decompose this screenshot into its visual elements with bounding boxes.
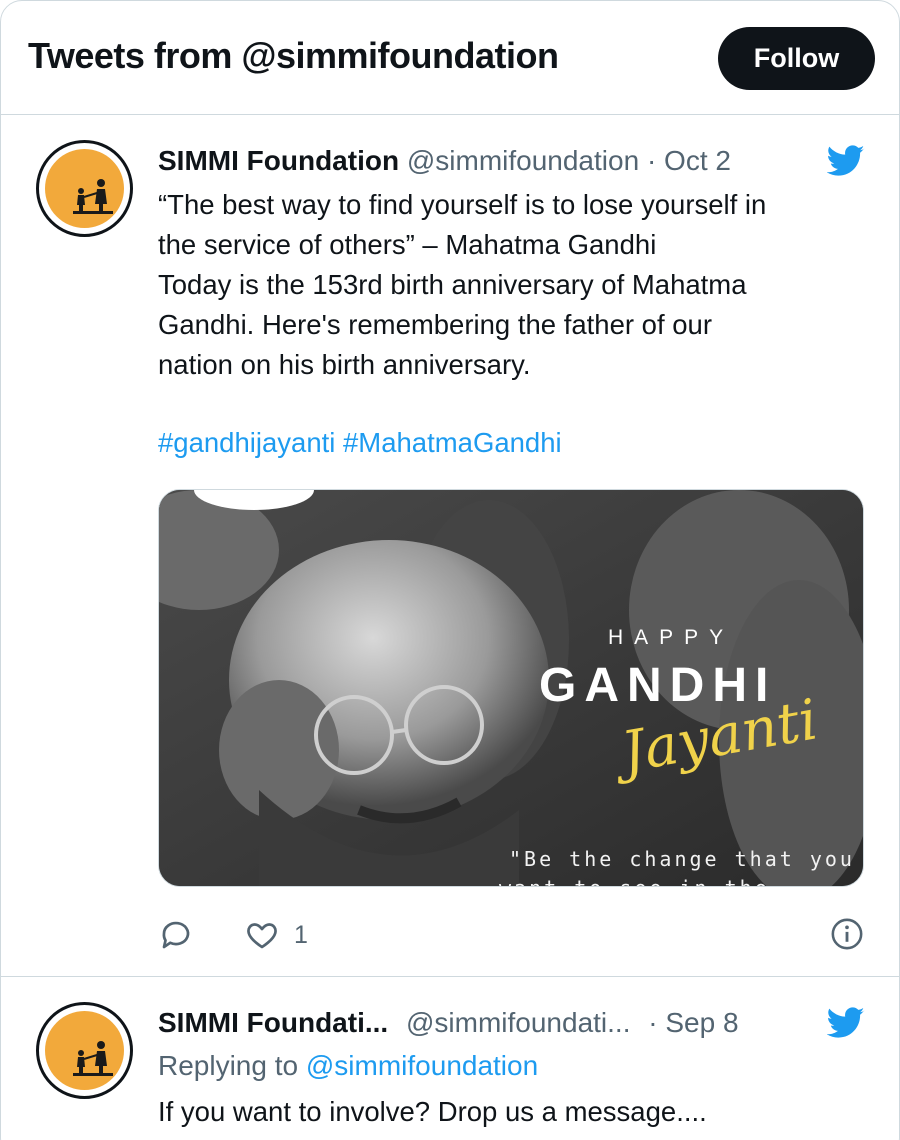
- tweet-date[interactable]: Sep 8: [665, 1007, 738, 1038]
- media-quote-line: "Be the change that you: [509, 847, 855, 871]
- meta-separator: ·: [648, 1007, 658, 1038]
- author-name[interactable]: SIMMI Foundati...: [158, 1007, 388, 1038]
- follow-button[interactable]: Follow: [718, 27, 875, 90]
- avatar[interactable]: [36, 140, 133, 237]
- timeline-title: Tweets from @simmifoundation: [28, 35, 559, 76]
- author-handle[interactable]: @simmifoundation: [407, 145, 639, 176]
- tweet-text-line: nation on his birth anniversary.: [158, 349, 531, 380]
- timeline-widget: Tweets from @simmifoundation Follow SIMM…: [0, 0, 900, 1140]
- hashtag-link[interactable]: #gandhijayanti: [158, 427, 335, 458]
- mention-link[interactable]: @simmifoundation: [306, 1050, 538, 1081]
- like-action[interactable]: 1: [244, 917, 308, 953]
- replying-to: Replying to @simmifoundation: [158, 1050, 538, 1082]
- meta-separator: ·: [646, 145, 657, 176]
- tweet-actions: 1: [158, 915, 868, 955]
- replying-prefix: Replying to: [158, 1050, 299, 1081]
- media-quote-line: want to see in the world": [499, 876, 863, 886]
- hashtag-link[interactable]: #MahatmaGandhi: [343, 427, 562, 458]
- tweet-text-line: If you want to involve? Drop us a messag…: [158, 1096, 707, 1127]
- tweet-meta: SIMMI Foundation @simmifoundation · Oct …: [158, 145, 731, 177]
- tweet-text-line: the service of others” – Mahatma Gandhi: [158, 229, 657, 260]
- media-happy-text: HAPPY: [608, 626, 735, 649]
- tweet-meta: SIMMI Foundati... @simmifoundati... · Se…: [158, 1007, 739, 1039]
- simmi-logo-icon: [45, 149, 124, 228]
- like-count: 1: [294, 920, 308, 949]
- hashtags: #gandhijayanti #MahatmaGandhi: [158, 427, 562, 459]
- heart-icon: [247, 923, 277, 949]
- info-icon: [831, 918, 863, 950]
- tweet-text-line: “The best way to find yourself is to los…: [158, 189, 767, 220]
- author-handle[interactable]: @simmifoundati...: [406, 1007, 631, 1038]
- tweet-text-line: Gandhi. Here's remembering the father of…: [158, 309, 713, 340]
- avatar[interactable]: [36, 1002, 133, 1099]
- twitter-bird-icon[interactable]: [827, 1007, 865, 1039]
- tweet-text-line: Today is the 153rd birth anniversary of …: [158, 269, 747, 300]
- timeline-header: Tweets from @simmifoundation Follow: [1, 1, 899, 115]
- tweet-date[interactable]: Oct 2: [664, 145, 731, 176]
- info-button[interactable]: [830, 917, 864, 951]
- reply-icon: [162, 921, 190, 949]
- tweet[interactable]: SIMMI Foundati... @simmifoundati... · Se…: [1, 978, 899, 1140]
- tweet-media-image[interactable]: HAPPY GANDHI Jayanti "Be the change that…: [158, 489, 864, 887]
- reply-action[interactable]: [158, 917, 194, 953]
- author-name[interactable]: SIMMI Foundation: [158, 145, 399, 176]
- simmi-logo-icon: [45, 1011, 124, 1090]
- twitter-bird-icon[interactable]: [827, 145, 865, 177]
- tweet[interactable]: SIMMI Foundation @simmifoundation · Oct …: [1, 115, 899, 977]
- tweet-text: “The best way to find yourself is to los…: [158, 185, 858, 385]
- tweet-text: If you want to involve? Drop us a messag…: [158, 1092, 858, 1132]
